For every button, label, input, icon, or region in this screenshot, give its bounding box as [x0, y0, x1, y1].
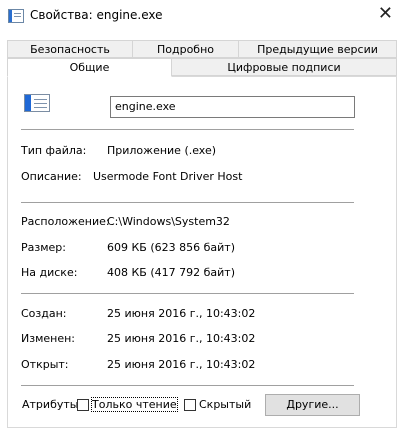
tab-security[interactable]: Безопасность: [7, 40, 133, 58]
location-value: C:\Windows\System32: [107, 215, 230, 228]
description-label: Описание:: [21, 170, 82, 183]
attributes-label: Атрибуты:: [22, 398, 83, 411]
size-value: 609 КБ (623 856 байт): [107, 241, 235, 254]
hidden-checkbox[interactable]: [184, 399, 196, 411]
location-label: Расположение:: [21, 215, 110, 228]
size-label: Размер:: [21, 241, 66, 254]
file-type-value: Приложение (.exe): [107, 144, 217, 157]
separator: [21, 385, 354, 386]
readonly-checkbox[interactable]: [77, 399, 89, 411]
file-type-label: Тип файла:: [21, 144, 87, 157]
modified-label: Изменен:: [21, 332, 76, 345]
properties-window: Свойства: engine.exe ✕ Безопасность Подр…: [0, 0, 405, 437]
opened-value: 25 июня 2016 г., 10:43:02: [107, 358, 256, 371]
separator: [21, 293, 354, 294]
hidden-checkbox-label[interactable]: Скрытый: [199, 398, 251, 411]
separator: [21, 129, 354, 130]
created-value: 25 июня 2016 г., 10:43:02: [107, 307, 256, 320]
exe-window-icon: [8, 9, 24, 23]
file-name-field[interactable]: engine.exe: [110, 96, 355, 118]
readonly-checkbox-label[interactable]: Только чтение: [91, 397, 178, 412]
window-title: Свойства: engine.exe: [30, 8, 163, 22]
title-bar: Свойства: engine.exe ✕: [0, 0, 405, 32]
exe-window-icon: [24, 94, 50, 112]
other-attributes-button[interactable]: Другие...: [265, 394, 360, 416]
description-value: Usermode Font Driver Host: [93, 170, 243, 183]
tab-general[interactable]: Общие: [7, 58, 172, 77]
separator: [21, 202, 354, 203]
tab-digital-signatures[interactable]: Цифровые подписи: [171, 58, 397, 76]
modified-value: 25 июня 2016 г., 10:43:02: [107, 332, 256, 345]
tab-previous-versions[interactable]: Предыдущие версии: [238, 40, 397, 58]
tab-details[interactable]: Подробно: [132, 40, 239, 58]
disk-size-value: 408 КБ (417 792 байт): [107, 266, 235, 279]
created-label: Создан:: [21, 307, 67, 320]
disk-size-label: На диске:: [21, 266, 78, 279]
opened-label: Открыт:: [21, 358, 69, 371]
close-icon[interactable]: ✕: [378, 4, 393, 24]
